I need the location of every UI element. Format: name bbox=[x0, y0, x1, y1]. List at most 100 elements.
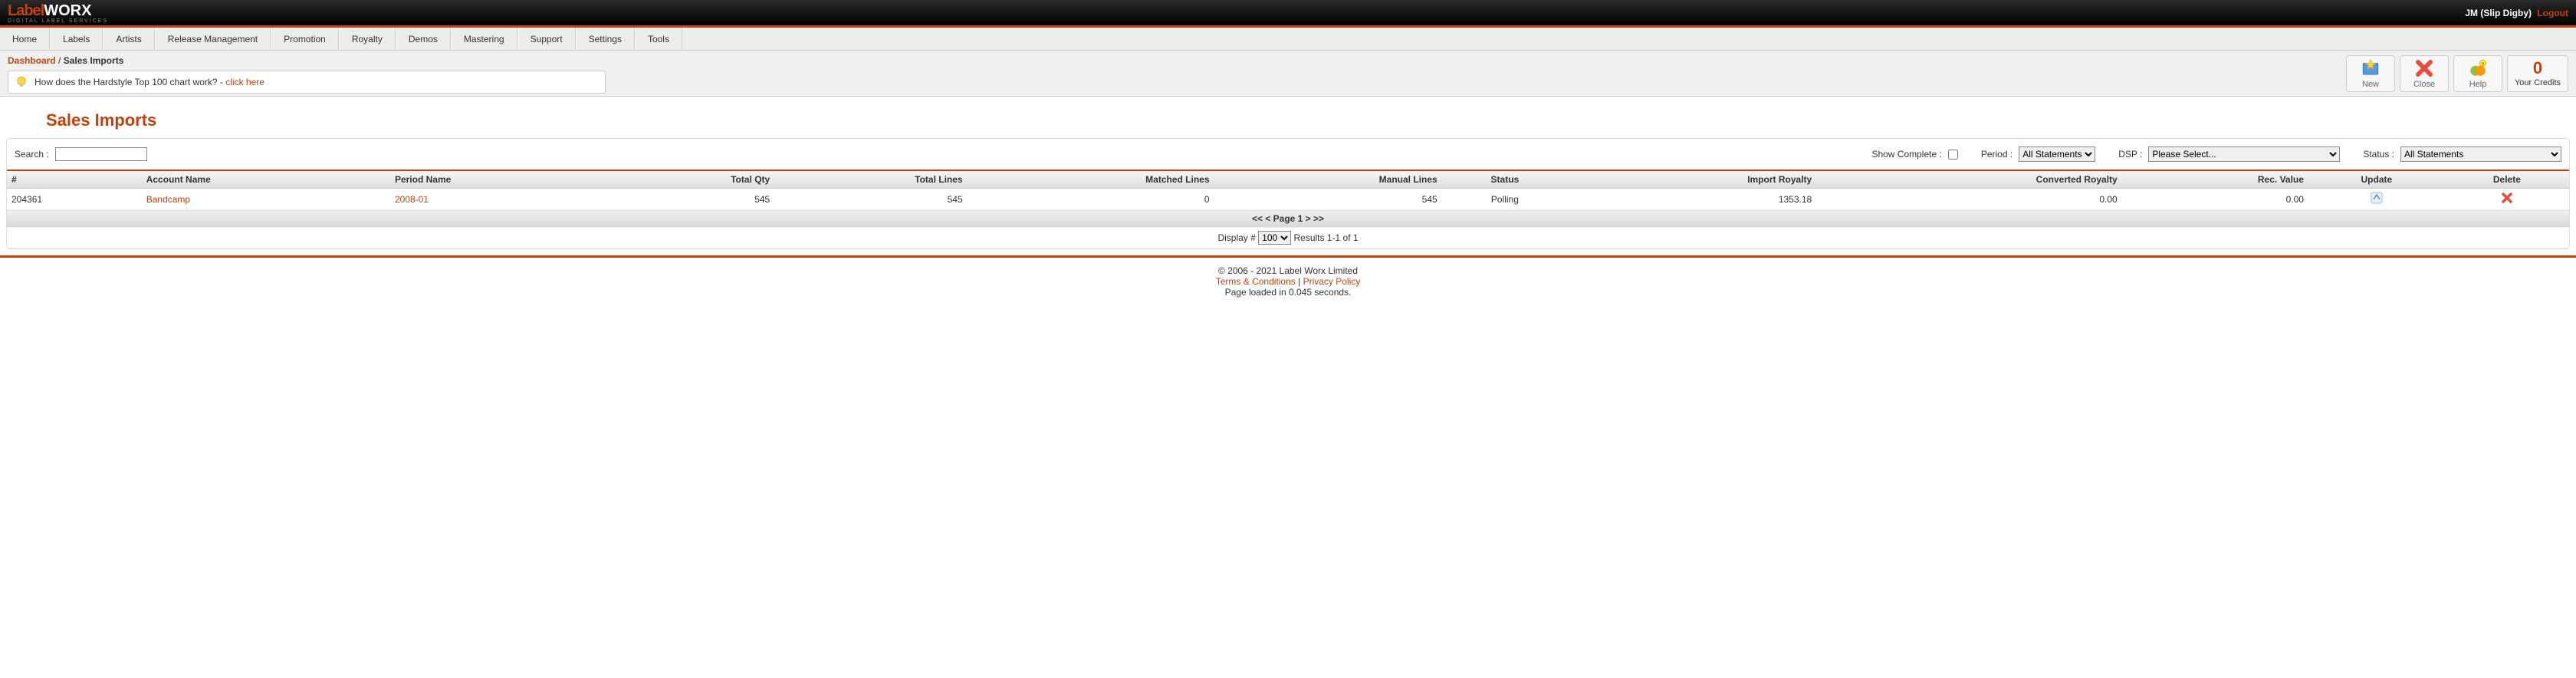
show-complete-group: Show Complete : bbox=[1871, 149, 1957, 160]
tip-box: How does the Hardstyle Top 100 chart wor… bbox=[8, 71, 606, 94]
close-button[interactable]: Close bbox=[2400, 55, 2449, 92]
pager-row: << < Page 1 > >> bbox=[7, 210, 2569, 228]
table-row: 204361 Bandcamp 2008-01 545 545 0 545 Po… bbox=[7, 189, 2569, 210]
help-icon: ? bbox=[2468, 58, 2488, 78]
cell-status: Polling bbox=[1442, 189, 1568, 210]
show-complete-label: Show Complete : bbox=[1871, 149, 1941, 160]
nav-demos[interactable]: Demos bbox=[396, 28, 451, 50]
tip-message: How does the Hardstyle Top 100 chart wor… bbox=[34, 77, 225, 87]
col-rec-value[interactable]: Rec. Value bbox=[2122, 170, 2308, 189]
nav-mastering[interactable]: Mastering bbox=[451, 28, 518, 50]
credits-count: 0 bbox=[2533, 60, 2542, 77]
col-matched-lines[interactable]: Matched Lines bbox=[968, 170, 1214, 189]
dsp-label: DSP : bbox=[2118, 149, 2142, 160]
footer-copyright: © 2006 - 2021 Label Worx Limited bbox=[8, 265, 2568, 276]
sales-imports-panel: Search : Show Complete : Period : All St… bbox=[6, 138, 2570, 249]
cell-total-lines: 545 bbox=[774, 189, 967, 210]
svg-text:?: ? bbox=[2482, 62, 2485, 67]
dsp-select[interactable]: Please Select... bbox=[2148, 146, 2340, 162]
period-group: Period : All Statements bbox=[1981, 146, 2095, 162]
close-icon bbox=[2414, 58, 2434, 78]
tip-text: How does the Hardstyle Top 100 chart wor… bbox=[34, 77, 264, 87]
subheader: Dashboard / Sales Imports How does the H… bbox=[0, 51, 2576, 97]
breadcrumb-current: Sales Imports bbox=[64, 55, 124, 66]
new-label: New bbox=[2362, 80, 2379, 89]
cell-delete bbox=[2445, 189, 2569, 210]
new-icon bbox=[2361, 58, 2380, 78]
topbar-user-area: JM (Slip Digby) Logout bbox=[2465, 8, 2568, 18]
col-manual-lines[interactable]: Manual Lines bbox=[1214, 170, 1442, 189]
col-total-qty[interactable]: Total Qty bbox=[611, 170, 774, 189]
breadcrumb: Dashboard / Sales Imports bbox=[8, 55, 2346, 66]
period-select[interactable]: All Statements bbox=[2019, 146, 2095, 162]
display-label: Display # bbox=[1217, 232, 1255, 243]
col-account[interactable]: Account Name bbox=[142, 170, 390, 189]
nav-support[interactable]: Support bbox=[518, 28, 576, 50]
close-label: Close bbox=[2413, 80, 2435, 89]
nav-artists[interactable]: Artists bbox=[103, 28, 154, 50]
main-nav: Home Labels Artists Release Management P… bbox=[0, 28, 2576, 51]
footer-sep: | bbox=[1296, 276, 1303, 287]
update-icon[interactable] bbox=[2371, 192, 2383, 204]
delete-icon[interactable] bbox=[2501, 192, 2513, 204]
cell-rec-value: 0.00 bbox=[2122, 189, 2308, 210]
status-group: Status : All Statements bbox=[2363, 146, 2561, 162]
period-label: Period : bbox=[1981, 149, 2013, 160]
current-user: JM (Slip Digby) bbox=[2465, 8, 2532, 18]
footer-terms-link[interactable]: Terms & Conditions bbox=[1216, 276, 1296, 287]
help-button[interactable]: ? Help bbox=[2453, 55, 2502, 92]
status-label: Status : bbox=[2363, 149, 2394, 160]
cell-total-qty: 545 bbox=[611, 189, 774, 210]
new-button[interactable]: New bbox=[2346, 55, 2395, 92]
period-link[interactable]: 2008-01 bbox=[395, 194, 429, 205]
footer: © 2006 - 2021 Label Worx Limited Terms &… bbox=[0, 258, 2576, 305]
credits-button[interactable]: 0 Your Credits bbox=[2507, 55, 2568, 92]
search-input[interactable] bbox=[55, 147, 147, 161]
display-select[interactable]: 100 bbox=[1258, 231, 1291, 245]
col-status[interactable]: Status bbox=[1442, 170, 1568, 189]
cell-matched-lines: 0 bbox=[968, 189, 1214, 210]
display-row: Display # 100 Results 1-1 of 1 bbox=[7, 228, 2569, 248]
nav-release-management[interactable]: Release Management bbox=[155, 28, 271, 50]
breadcrumb-dashboard[interactable]: Dashboard bbox=[8, 55, 56, 66]
topbar: LabelWORX DIGITAL LABEL SERVICES JM (Sli… bbox=[0, 0, 2576, 28]
tip-link[interactable]: click here bbox=[225, 77, 264, 87]
col-import-royalty[interactable]: Import Royalty bbox=[1568, 170, 1816, 189]
col-total-lines[interactable]: Total Lines bbox=[774, 170, 967, 189]
status-select[interactable]: All Statements bbox=[2400, 146, 2561, 162]
nav-settings[interactable]: Settings bbox=[576, 28, 635, 50]
footer-loaded: Page loaded in 0.045 seconds. bbox=[8, 287, 2568, 298]
cell-update bbox=[2308, 189, 2445, 210]
logo-worx-text: WORX bbox=[44, 2, 91, 20]
nav-promotion[interactable]: Promotion bbox=[271, 28, 339, 50]
nav-labels[interactable]: Labels bbox=[50, 28, 103, 50]
cell-import-royalty: 1353.18 bbox=[1568, 189, 1816, 210]
results-text: Results 1-1 of 1 bbox=[1294, 232, 1359, 243]
logo-subtitle: DIGITAL LABEL SERVICES bbox=[8, 18, 108, 24]
lightbulb-icon bbox=[15, 75, 28, 89]
account-link[interactable]: Bandcamp bbox=[146, 194, 190, 205]
filter-bar: Search : Show Complete : Period : All St… bbox=[7, 139, 2569, 170]
logout-link[interactable]: Logout bbox=[2537, 8, 2568, 18]
search-group: Search : bbox=[15, 147, 147, 161]
breadcrumb-separator: / bbox=[56, 55, 64, 66]
cell-id: 204361 bbox=[7, 189, 142, 210]
col-converted-royalty[interactable]: Converted Royalty bbox=[1816, 170, 2121, 189]
show-complete-checkbox[interactable] bbox=[1948, 150, 1958, 160]
search-label: Search : bbox=[15, 149, 49, 160]
cell-period: 2008-01 bbox=[390, 189, 611, 210]
help-label: Help bbox=[2469, 80, 2487, 89]
cell-manual-lines: 545 bbox=[1214, 189, 1442, 210]
page-title: Sales Imports bbox=[0, 97, 2576, 138]
logo-label-text: Label bbox=[8, 2, 44, 20]
pager[interactable]: << < Page 1 > >> bbox=[7, 210, 2569, 228]
col-id[interactable]: # bbox=[7, 170, 142, 189]
logo: LabelWORX DIGITAL LABEL SERVICES bbox=[8, 2, 108, 24]
sales-imports-table: # Account Name Period Name Total Qty Tot… bbox=[7, 170, 2569, 248]
cell-account: Bandcamp bbox=[142, 189, 390, 210]
nav-tools[interactable]: Tools bbox=[635, 28, 682, 50]
nav-home[interactable]: Home bbox=[0, 28, 50, 50]
nav-royalty[interactable]: Royalty bbox=[339, 28, 396, 50]
footer-privacy-link[interactable]: Privacy Policy bbox=[1303, 276, 1361, 287]
col-period[interactable]: Period Name bbox=[390, 170, 611, 189]
